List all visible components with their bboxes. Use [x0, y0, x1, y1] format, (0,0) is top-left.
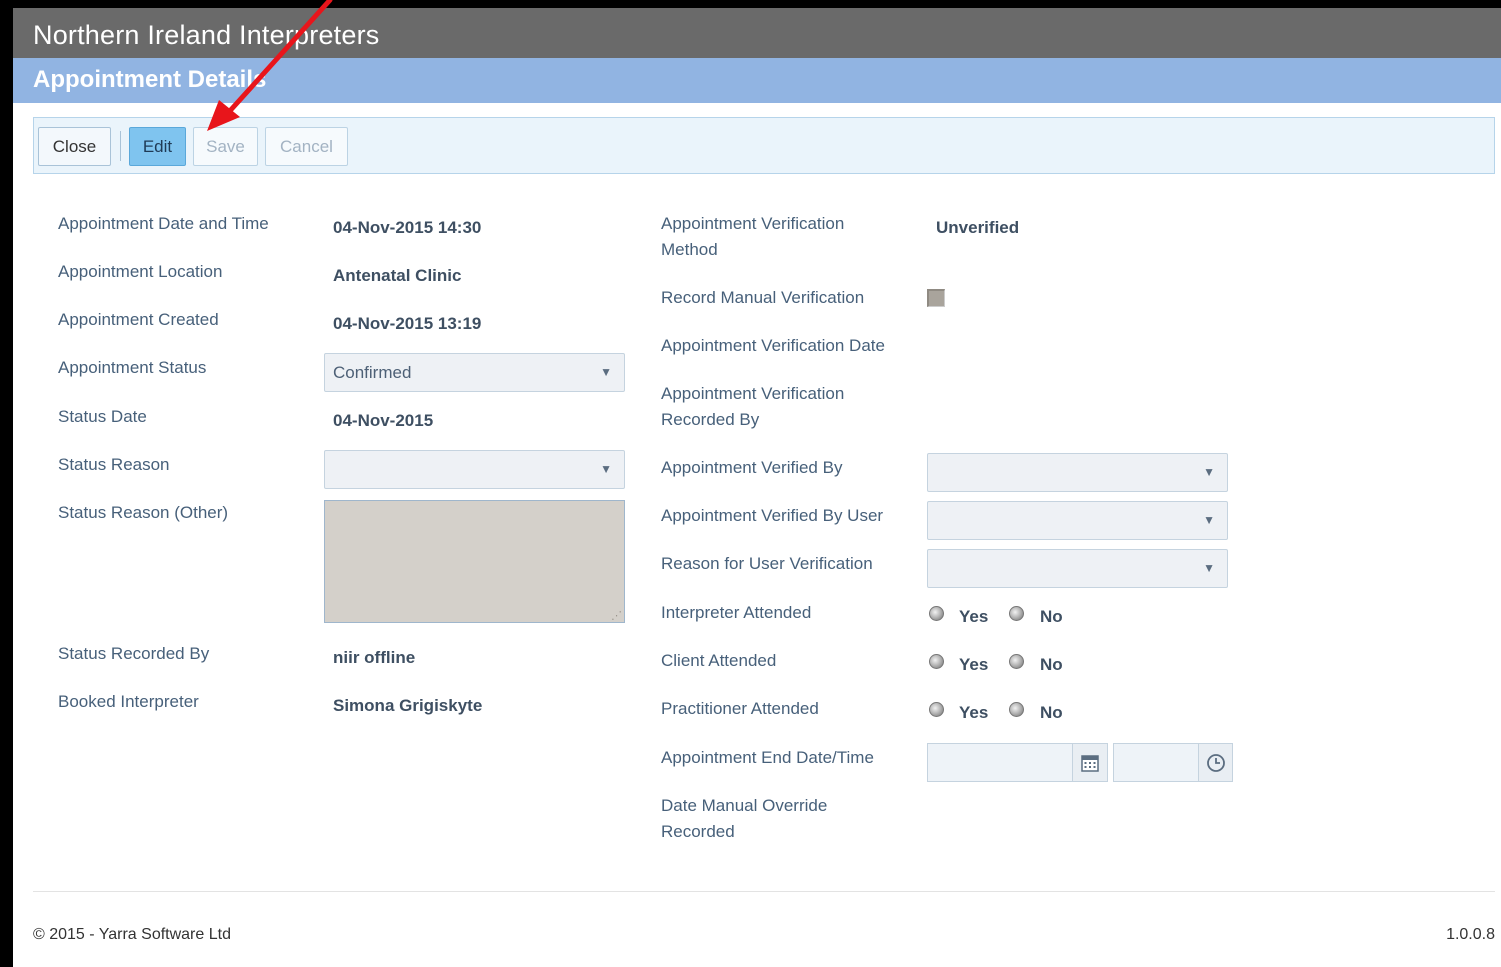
status-reason-other-label: Status Reason (Other) [58, 503, 229, 522]
calendar-icon [1081, 755, 1099, 772]
reason-user-verification-label: Reason for User Verification [661, 554, 873, 573]
app-title: Northern Ireland Interpreters [33, 20, 380, 50]
verified-by-user-select[interactable]: ▼ [927, 501, 1228, 540]
practitioner-attended-yes-label: Yes [959, 703, 989, 722]
location-label: Appointment Location [58, 262, 223, 281]
created-label: Appointment Created [58, 310, 219, 329]
verification-method-label-line2: Method [661, 240, 718, 259]
interpreter-attended-label: Interpreter Attended [661, 603, 812, 622]
resize-handle-icon[interactable]: ⋰ [611, 611, 622, 622]
manual-verification-label: Record Manual Verification [661, 288, 865, 307]
edit-button[interactable]: Edit [129, 127, 186, 166]
verified-by-user-label: Appointment Verified By User [661, 506, 884, 525]
client-attended-label: Client Attended [661, 651, 777, 670]
toolbar: Close Edit Save Cancel [33, 117, 1495, 174]
status-recorded-by-value: niir offline [333, 648, 416, 667]
page-title: Appointment Details [33, 66, 267, 93]
footer-divider [33, 891, 1495, 892]
calendar-button[interactable] [1072, 743, 1108, 782]
end-time-input[interactable] [1113, 743, 1199, 782]
date-manual-override-label-line2: Recorded [661, 822, 735, 841]
reason-user-verification-select[interactable]: ▼ [927, 549, 1228, 588]
section-header: Appointment Details [13, 58, 1501, 103]
status-label: Appointment Status [58, 358, 207, 377]
booked-interpreter-label: Booked Interpreter [58, 692, 199, 711]
date-manual-override-label-line1: Date Manual Override [661, 796, 828, 815]
practitioner-attended-no-radio[interactable] [1009, 702, 1024, 717]
status-select-value: Confirmed [333, 363, 412, 382]
verified-by-select[interactable]: ▼ [927, 453, 1228, 492]
toolbar-separator [120, 131, 121, 161]
verification-method-value: Unverified [936, 218, 1020, 237]
practitioner-attended-no-label: No [1040, 703, 1063, 722]
end-datetime-label: Appointment End Date/Time [661, 748, 874, 767]
practitioner-attended-yes-radio[interactable] [929, 702, 944, 717]
status-date-label: Status Date [58, 407, 147, 426]
end-date-input[interactable] [927, 743, 1073, 782]
chevron-down-icon: ▼ [600, 365, 612, 379]
chevron-down-icon: ▼ [1203, 561, 1215, 575]
status-select[interactable]: Confirmed ▼ [324, 353, 625, 392]
interpreter-attended-yes-label: Yes [959, 607, 989, 626]
window-frame-left [0, 0, 13, 967]
verification-date-label: Appointment Verification Date [661, 336, 885, 355]
client-attended-yes-label: Yes [959, 655, 989, 674]
interpreter-attended-yes-radio[interactable] [929, 606, 944, 621]
chevron-down-icon: ▼ [1203, 513, 1215, 527]
footer-version: 1.0.0.8 [1446, 926, 1495, 943]
client-attended-yes-radio[interactable] [929, 654, 944, 669]
interpreter-attended-no-radio[interactable] [1009, 606, 1024, 621]
save-button[interactable]: Save [193, 127, 258, 166]
date-time-label: Appointment Date and Time [58, 214, 269, 233]
app-header: Northern Ireland Interpreters [13, 8, 1501, 58]
footer-copyright: © 2015 - Yarra Software Ltd [33, 926, 231, 943]
verified-by-label: Appointment Verified By [661, 458, 843, 477]
close-button[interactable]: Close [38, 127, 111, 166]
status-recorded-by-label: Status Recorded By [58, 644, 210, 663]
status-reason-label: Status Reason [58, 455, 170, 474]
interpreter-attended-no-label: No [1040, 607, 1063, 626]
status-reason-other-textarea[interactable]: ⋰ [324, 500, 625, 623]
verification-method-label-line1: Appointment Verification [661, 214, 845, 233]
verification-recorded-by-label-line2: Recorded By [661, 410, 760, 429]
time-button[interactable] [1198, 743, 1233, 782]
verification-recorded-by-label-line1: Appointment Verification [661, 384, 845, 403]
window-frame-top [0, 0, 1501, 8]
manual-verification-checkbox[interactable] [927, 289, 945, 307]
booked-interpreter-value: Simona Grigiskyte [333, 696, 483, 715]
clock-icon [1206, 754, 1225, 772]
cancel-button[interactable]: Cancel [265, 127, 348, 166]
location-value: Antenatal Clinic [333, 266, 462, 285]
chevron-down-icon: ▼ [600, 462, 612, 476]
chevron-down-icon: ▼ [1203, 465, 1215, 479]
client-attended-no-label: No [1040, 655, 1063, 674]
practitioner-attended-label: Practitioner Attended [661, 699, 819, 718]
created-value: 04-Nov-2015 13:19 [333, 314, 482, 333]
status-date-value: 04-Nov-2015 [333, 411, 434, 430]
client-attended-no-radio[interactable] [1009, 654, 1024, 669]
status-reason-select[interactable]: ▼ [324, 450, 625, 489]
date-time-value: 04-Nov-2015 14:30 [333, 218, 482, 237]
